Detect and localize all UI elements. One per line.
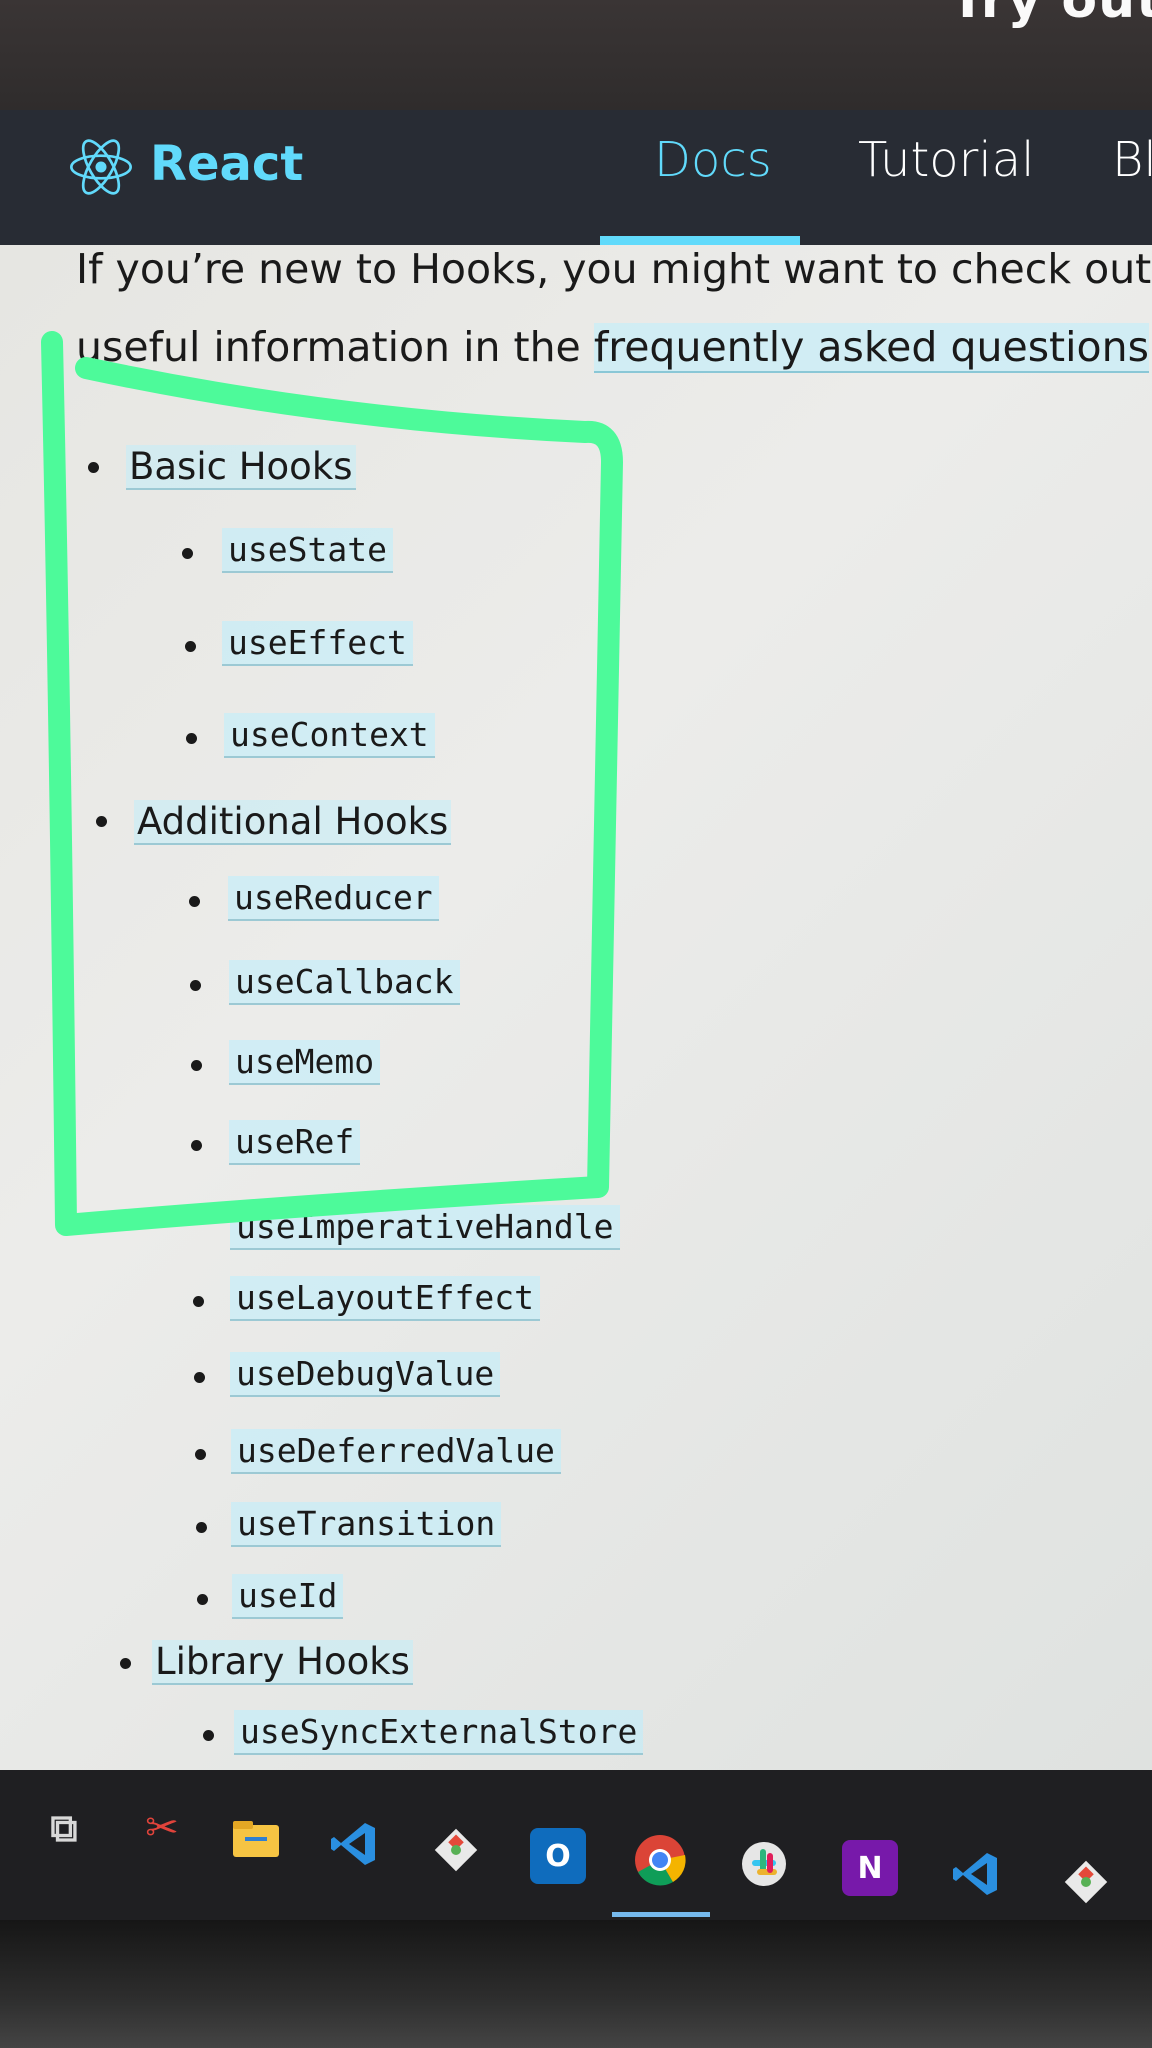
bullet (189, 896, 200, 907)
library-hooks-link[interactable]: Library Hooks (152, 1640, 413, 1685)
usesyncexternalstore-link[interactable]: useSyncExternalStore (234, 1710, 644, 1755)
outlook-icon[interactable]: O (530, 1828, 586, 1884)
bullet (194, 1372, 205, 1383)
task-view-icon[interactable]: ⧉ (36, 1800, 92, 1856)
git-icon[interactable] (428, 1822, 484, 1878)
active-nav-indicator (600, 236, 800, 245)
useimperativehandle-link[interactable]: useImperativeHandle (230, 1205, 620, 1250)
monitor-top-strip: Try out (0, 0, 1152, 110)
bullet (196, 1522, 207, 1533)
intro-line-2: useful information in the frequently ask… (76, 323, 1152, 373)
usedeferredvalue-link[interactable]: useDeferredValue (231, 1429, 561, 1474)
intro-line-2-prefix: useful information in the (76, 323, 594, 371)
usestate-link[interactable]: useState (222, 528, 393, 573)
useref-link[interactable]: useRef (229, 1120, 361, 1165)
vscode-icon-2[interactable] (948, 1846, 1004, 1902)
react-logo-icon[interactable] (70, 136, 132, 198)
onenote-icon[interactable]: N (842, 1840, 898, 1896)
additional-hooks-link[interactable]: Additional Hooks (134, 800, 452, 845)
bullet (88, 462, 99, 473)
slack-icon[interactable] (736, 1836, 792, 1892)
windows-taskbar: ⧉ ✂ O N (0, 1770, 1152, 1935)
bullet (186, 733, 197, 744)
laptop-bezel (0, 1920, 1152, 2048)
cutoff-heading: Try out (949, 0, 1152, 30)
chrome-icon[interactable] (632, 1832, 688, 1888)
bullet (190, 980, 201, 991)
usedebugvalue-link[interactable]: useDebugValue (230, 1352, 501, 1397)
useid-link[interactable]: useId (232, 1574, 344, 1619)
bullet (191, 1140, 202, 1151)
intro-line-1-text: If you’re new to Hooks, you might want t… (76, 245, 1152, 293)
bullet (193, 1296, 204, 1307)
docs-content: If you’re new to Hooks, you might want t… (0, 245, 1152, 1770)
nav-blog[interactable]: Bl (1112, 132, 1152, 188)
usereducer-link[interactable]: useReducer (228, 876, 439, 921)
snipping-tool-icon[interactable]: ✂ (134, 1800, 190, 1856)
usecontext-link[interactable]: useContext (224, 713, 435, 758)
intro-line-1: If you’re new to Hooks, you might want t… (76, 245, 1152, 293)
usecallback-link[interactable]: useCallback (229, 960, 460, 1005)
bullet (203, 1730, 214, 1741)
nav-docs[interactable]: Docs (654, 132, 772, 188)
react-navbar: React Docs Tutorial Bl (0, 110, 1152, 245)
useeffect-link[interactable]: useEffect (222, 621, 413, 666)
git-icon-2[interactable] (1058, 1854, 1114, 1910)
vscode-icon[interactable] (326, 1816, 382, 1872)
usememo-link[interactable]: useMemo (229, 1040, 381, 1085)
bullet (182, 548, 193, 559)
chrome-active-indicator (612, 1912, 710, 1917)
bullet (197, 1594, 208, 1605)
nav-tutorial[interactable]: Tutorial (858, 132, 1034, 188)
uselayouteffect-link[interactable]: useLayoutEffect (230, 1276, 541, 1321)
bullet (195, 1449, 206, 1460)
bullet (96, 816, 107, 827)
bullet (191, 1060, 202, 1071)
usetransition-link[interactable]: useTransition (231, 1502, 502, 1547)
file-explorer-icon[interactable] (228, 1812, 284, 1868)
basic-hooks-link[interactable]: Basic Hooks (126, 445, 356, 490)
brand-link[interactable]: React (150, 136, 303, 192)
bullet (120, 1658, 131, 1669)
faq-link[interactable]: frequently asked questions (593, 323, 1149, 373)
bullet (185, 641, 196, 652)
